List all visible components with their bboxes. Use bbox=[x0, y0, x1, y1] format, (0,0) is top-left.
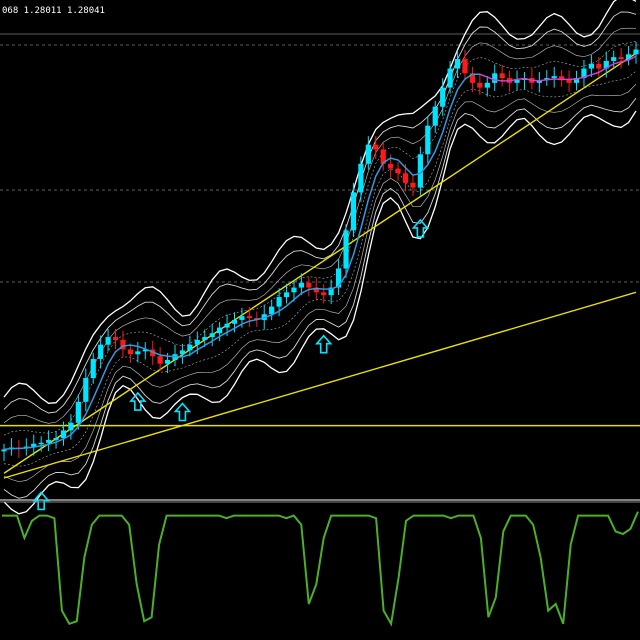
bull-candle bbox=[269, 306, 275, 315]
bull-candle bbox=[224, 323, 230, 328]
bear-candle bbox=[373, 144, 379, 150]
bull-candle bbox=[68, 422, 74, 431]
trading-chart: 068 1.28011 1.28041 bbox=[0, 0, 640, 640]
bull-candle bbox=[60, 430, 67, 439]
bull-candle bbox=[365, 144, 371, 164]
bull-candle bbox=[187, 344, 193, 351]
bull-candle bbox=[611, 57, 617, 61]
bull-candle bbox=[291, 287, 297, 293]
bear-candle bbox=[477, 82, 483, 88]
bear-candle bbox=[395, 168, 401, 174]
bear-candle bbox=[157, 356, 163, 364]
bear-candle bbox=[112, 337, 119, 340]
bull-candle bbox=[75, 401, 81, 423]
bear-candle bbox=[499, 73, 505, 79]
bull-candle bbox=[484, 82, 490, 88]
bull-candle bbox=[209, 333, 215, 338]
bear-candle bbox=[388, 163, 394, 169]
bull-candle bbox=[432, 106, 438, 126]
bear-candle bbox=[618, 57, 624, 60]
bull-candle bbox=[492, 73, 498, 83]
bull-candle bbox=[98, 344, 104, 359]
bull-candle bbox=[46, 439, 52, 443]
bull-candle bbox=[105, 337, 111, 345]
bull-candle bbox=[454, 59, 461, 69]
bull-candle bbox=[298, 282, 305, 288]
bull-candle bbox=[447, 68, 453, 88]
price-header-label: 068 1.28011 1.28041 bbox=[2, 6, 105, 16]
bear-candle bbox=[410, 182, 416, 188]
bull-candle bbox=[194, 339, 200, 345]
bull-candle bbox=[283, 292, 290, 298]
bull-candle bbox=[633, 49, 639, 55]
bear-candle bbox=[566, 79, 572, 83]
bull-candle bbox=[231, 319, 238, 324]
bull-candle bbox=[440, 87, 446, 107]
bull-candle bbox=[83, 378, 89, 402]
bull-candle bbox=[217, 327, 223, 334]
bull-candle bbox=[588, 63, 594, 69]
bear-candle bbox=[462, 59, 468, 74]
bull-candle bbox=[425, 125, 431, 155]
bull-candle bbox=[90, 358, 96, 379]
bull-candle bbox=[350, 192, 357, 231]
bull-candle bbox=[179, 350, 186, 355]
bear-candle bbox=[596, 63, 602, 69]
bear-candle bbox=[306, 282, 312, 288]
bear-candle bbox=[246, 316, 252, 319]
bull-candle bbox=[343, 230, 349, 269]
bull-candle bbox=[239, 316, 245, 320]
bull-candle bbox=[358, 163, 364, 193]
bull-candle bbox=[53, 438, 59, 440]
bull-candle bbox=[38, 442, 44, 445]
bear-candle bbox=[127, 349, 134, 355]
bear-candle bbox=[321, 292, 327, 296]
bull-candle bbox=[551, 76, 557, 79]
bull-candle bbox=[164, 359, 171, 364]
bull-candle bbox=[202, 337, 208, 340]
bear-candle bbox=[402, 173, 409, 183]
bull-candle bbox=[135, 351, 141, 355]
bull-candle bbox=[276, 297, 282, 307]
